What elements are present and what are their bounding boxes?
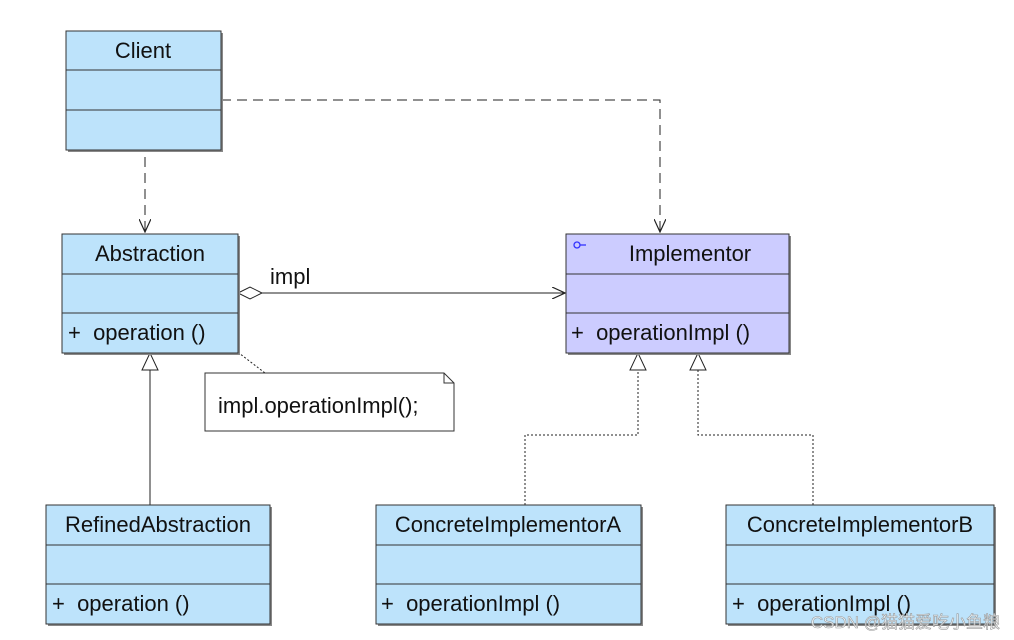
aggregation-impl: impl (236, 264, 565, 300)
operation: + operation () (52, 591, 190, 616)
uml-diagram: impl impl.operationImpl(); Client Abstra… (45, 30, 1000, 632)
note-text: impl.operationImpl(); (218, 393, 419, 418)
realization-concrete-a (524, 351, 647, 505)
class-refined-abstraction[interactable]: RefinedAbstraction + operation () (45, 504, 272, 626)
operation: + operationImpl () (381, 591, 560, 616)
class-name: RefinedAbstraction (65, 512, 251, 537)
note: impl.operationImpl(); (204, 372, 455, 432)
operation: + operationImpl () (571, 320, 750, 345)
realization-concrete-b (689, 351, 814, 505)
operation: + operation () (68, 320, 206, 345)
association-label: impl (270, 264, 310, 289)
class-concrete-implementor-a[interactable]: ConcreteImplementorA + operationImpl () (375, 504, 643, 626)
class-abstraction[interactable]: Abstraction + operation () (61, 233, 240, 355)
aggregation-diamond (236, 286, 264, 300)
class-name: Implementor (629, 241, 751, 266)
class-implementor[interactable]: Implementor + operationImpl () (565, 233, 791, 355)
class-name: Client (115, 38, 171, 63)
class-name: ConcreteImplementorB (747, 512, 973, 537)
watermark: CSDN @猫猫爱吃小鱼粮 (811, 613, 1000, 632)
class-name: ConcreteImplementorA (395, 512, 622, 537)
class-name: Abstraction (95, 241, 205, 266)
class-client[interactable]: Client (65, 30, 223, 152)
generalization-refined (141, 351, 159, 505)
dependency-client-implementor (221, 99, 660, 232)
class-concrete-implementor-b[interactable]: ConcreteImplementorB + operationImpl () (725, 504, 996, 626)
